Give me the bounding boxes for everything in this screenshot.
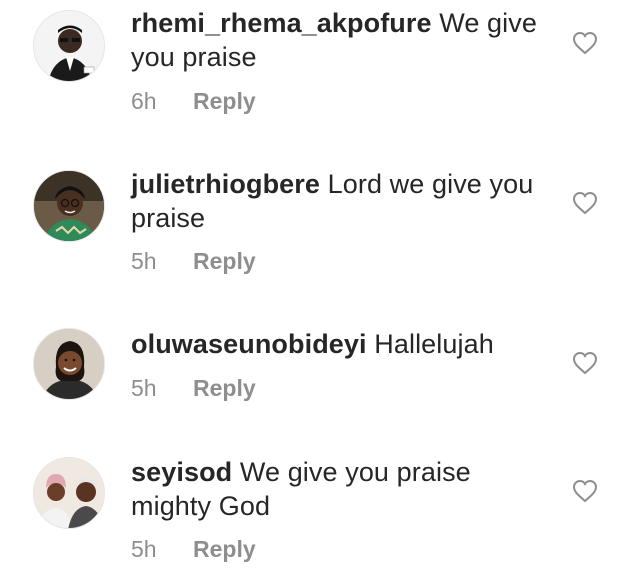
comment-text: oluwaseunobideyi Hallelujah	[131, 327, 541, 361]
comment-meta: 6h Reply	[131, 87, 256, 115]
avatar[interactable]	[33, 170, 105, 242]
comment-meta: 5h Reply	[131, 247, 256, 275]
avatar-couple-wedding-icon	[34, 458, 104, 528]
reply-button[interactable]: Reply	[193, 375, 256, 401]
avatar-woman-with-glasses-icon	[34, 171, 104, 241]
avatar-woman-smiling-icon	[34, 329, 104, 399]
comment-timestamp: 6h	[131, 88, 157, 114]
comment-text: julietrhiogbere Lord we give you praise	[131, 167, 541, 235]
comment-meta: 5h Reply	[131, 374, 256, 402]
comment-username[interactable]: oluwaseunobideyi	[131, 329, 367, 359]
reply-button[interactable]: Reply	[193, 536, 256, 562]
comment-text: rhemi_rhema_akpofure We give you praise	[131, 6, 541, 74]
comment-timestamp: 5h	[131, 375, 157, 401]
avatar[interactable]	[33, 328, 105, 400]
reply-button[interactable]: Reply	[193, 88, 256, 114]
comment-username[interactable]: rhemi_rhema_akpofure	[131, 8, 432, 38]
comment-body: Hallelujah	[374, 329, 494, 359]
comment-username[interactable]: julietrhiogbere	[131, 169, 320, 199]
like-heart-icon[interactable]	[572, 31, 598, 55]
avatar[interactable]	[33, 457, 105, 529]
avatar[interactable]	[33, 10, 105, 82]
like-heart-icon[interactable]	[572, 191, 598, 215]
comment-meta: 5h Reply	[131, 535, 256, 563]
like-heart-icon[interactable]	[572, 351, 598, 375]
comment-timestamp: 5h	[131, 536, 157, 562]
comment-text: seyisod We give you praise mighty God	[131, 455, 541, 523]
avatar-man-in-suit-icon	[34, 11, 104, 81]
like-heart-icon[interactable]	[572, 479, 598, 503]
comment-username[interactable]: seyisod	[131, 457, 232, 487]
reply-button[interactable]: Reply	[193, 248, 256, 274]
comment-timestamp: 5h	[131, 248, 157, 274]
